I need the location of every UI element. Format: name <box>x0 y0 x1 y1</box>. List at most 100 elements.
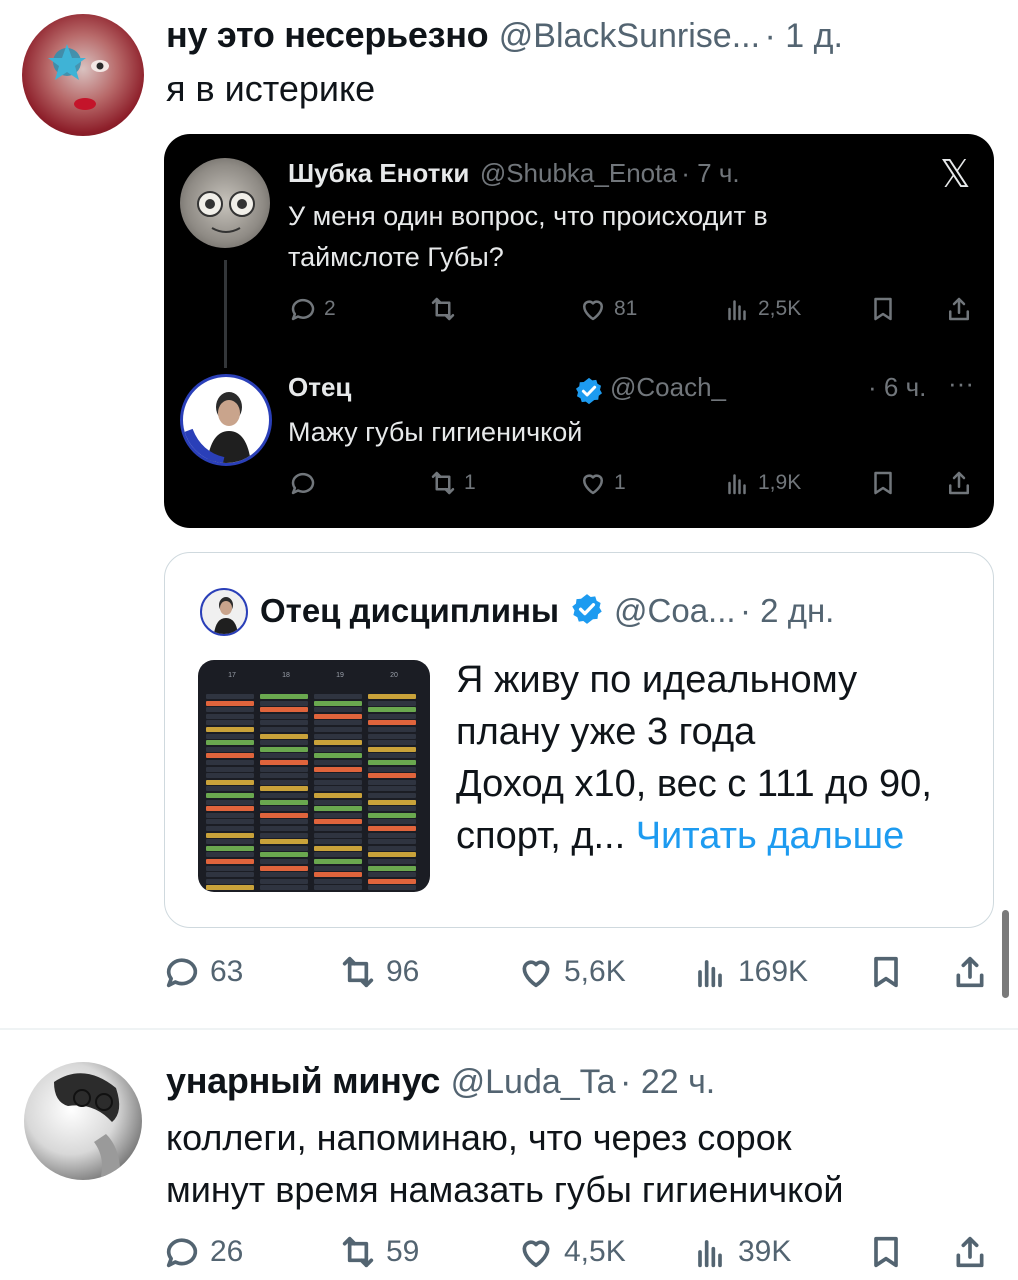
calendar-slot <box>260 700 308 706</box>
avatar[interactable] <box>22 14 144 136</box>
author-name[interactable]: ну это несерьезно <box>166 14 489 55</box>
calendar-slot <box>260 872 308 878</box>
calendar-slot <box>368 793 416 798</box>
reply-icon <box>291 472 315 495</box>
share-icon <box>956 956 984 988</box>
calendar-column <box>204 684 256 892</box>
calendar-slot <box>260 799 308 805</box>
share-button[interactable] <box>950 1232 990 1272</box>
calendar-slot <box>314 793 362 798</box>
calendar-thumbnail[interactable]: 17 18 19 20 <box>198 660 430 892</box>
calendar-slot <box>368 812 416 818</box>
calendar-slot <box>314 859 362 864</box>
calendar-slot <box>314 839 362 845</box>
calendar-slot <box>314 786 362 792</box>
embedded-screenshot[interactable]: Шубка Енотки @Shubka_Enota · 7 ч. 𝕏 У ме… <box>164 134 994 528</box>
calendar-slot <box>314 720 362 726</box>
calendar-slot <box>260 766 308 772</box>
avatar <box>180 158 270 248</box>
calendar-slot <box>314 845 362 851</box>
calendar-slot <box>260 786 308 792</box>
calendar-slot <box>260 826 308 831</box>
calendar-slot <box>206 826 254 831</box>
like-button[interactable]: 4,5K <box>516 1232 626 1272</box>
timestamp[interactable]: · 1 д. <box>765 17 843 55</box>
author-name[interactable]: унарный минус <box>166 1060 440 1101</box>
views-button: 2,5K <box>722 294 801 324</box>
calendar-slot <box>206 713 254 719</box>
calendar-slot <box>314 733 362 739</box>
calendar-slot <box>368 845 416 851</box>
calendar-slot <box>368 694 416 699</box>
reply-button <box>288 468 324 498</box>
bookmark-button[interactable] <box>866 1232 906 1272</box>
avatar[interactable] <box>200 588 248 636</box>
calendar-slot <box>206 799 254 805</box>
calendar-slot <box>368 885 416 891</box>
retweet-button[interactable]: 59 <box>338 1232 419 1272</box>
avatar[interactable] <box>24 1062 142 1180</box>
views-button[interactable]: 39K <box>690 1232 791 1272</box>
reply-button[interactable]: 26 <box>162 1232 243 1272</box>
calendar-slot <box>314 885 362 891</box>
divider <box>0 1028 1018 1030</box>
tweet-text-line: У меня один вопрос, что происходит в <box>288 201 768 231</box>
calendar-slot <box>206 746 254 752</box>
bookmark-icon <box>874 956 898 988</box>
tweet-text-line: коллеги, напоминаю, что через сорок <box>166 1117 792 1158</box>
calendar-slot <box>260 720 308 726</box>
calendar-slot <box>260 733 308 739</box>
bookmark-button[interactable] <box>866 952 906 992</box>
author-handle[interactable]: @BlackSunrise... <box>499 17 760 55</box>
calendar-slot <box>368 878 416 884</box>
quote-text-line: плану уже 3 года <box>456 711 756 753</box>
timestamp[interactable]: · 22 ч. <box>620 1063 715 1101</box>
calendar-slot <box>206 760 254 765</box>
read-more-link[interactable]: Читать дальше <box>636 815 905 857</box>
timestamp[interactable]: · 2 дн. <box>740 592 834 629</box>
views-count: 169K <box>738 955 809 988</box>
calendar-slot <box>314 773 362 779</box>
calendar-slot <box>206 720 254 726</box>
bookmark-icon <box>874 471 892 495</box>
calendar-slot <box>206 727 254 732</box>
like-button[interactable]: 5,6K <box>516 952 626 992</box>
calendar-slot <box>260 885 308 891</box>
reply-button[interactable]: 63 <box>162 952 243 992</box>
calendar-slot <box>314 700 362 706</box>
calendar-slot <box>314 779 362 785</box>
calendar-slot <box>260 852 308 858</box>
heart-icon <box>522 1240 550 1268</box>
calendar-slot <box>368 760 416 765</box>
calendar-slot <box>206 733 254 739</box>
calendar-slot <box>206 779 254 785</box>
share-icon <box>949 471 969 495</box>
author-handle: @Coach_ <box>610 372 727 402</box>
calendar-slot <box>314 694 362 699</box>
scrollbar[interactable] <box>1002 910 1009 998</box>
reply-count: 63 <box>210 955 244 988</box>
calendar-slot <box>314 865 362 871</box>
share-button <box>944 294 974 324</box>
reply-count: 26 <box>210 1235 244 1268</box>
calendar-slot <box>260 746 308 752</box>
calendar-slot <box>260 753 308 759</box>
author-handle[interactable]: @Luda_Ta <box>451 1063 616 1101</box>
calendar-slot <box>260 878 308 884</box>
calendar-slot <box>314 799 362 805</box>
reply-icon <box>166 958 198 988</box>
calendar-slot <box>206 878 254 884</box>
share-button <box>944 468 974 498</box>
author-name[interactable]: Отец дисциплины <box>260 592 559 629</box>
retweet-button[interactable]: 96 <box>338 952 419 992</box>
author-handle[interactable]: @Coa... <box>614 592 736 629</box>
calendar-slot <box>368 766 416 772</box>
calendar-slot <box>206 865 254 871</box>
x-logo-icon: 𝕏 <box>940 152 971 196</box>
views-button[interactable]: 169K <box>690 952 808 992</box>
calendar-slot <box>260 832 308 838</box>
calendar-slot <box>260 760 308 765</box>
share-button[interactable] <box>950 952 990 992</box>
calendar-slot <box>260 839 308 845</box>
calendar-slot <box>368 740 416 746</box>
